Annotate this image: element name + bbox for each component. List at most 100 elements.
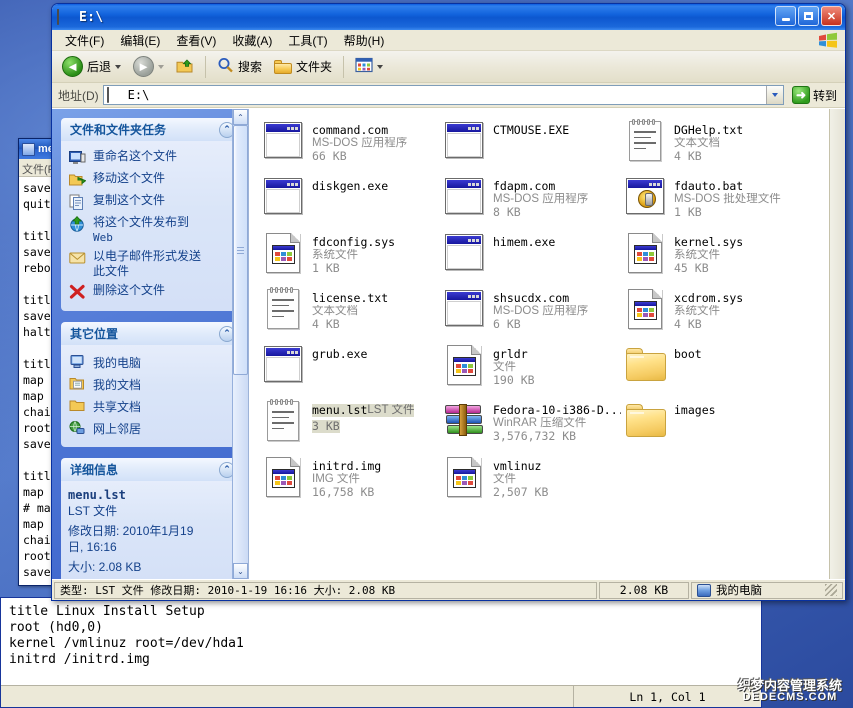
rar-icon: [445, 405, 485, 437]
task-copy-file[interactable]: 复制这个文件: [68, 191, 233, 213]
file-item[interactable]: xcdrom.sys系统文件4 KB: [623, 285, 804, 341]
menu-favorites[interactable]: 收藏(A): [225, 30, 279, 51]
sidebar-scroll-up-button[interactable]: ⌃: [233, 109, 248, 125]
file-explorer-window[interactable]: E:\ ✕ 文件(F) 编辑(E) 查看(V) 收藏(A) 工具(T) 帮助(H…: [51, 3, 846, 601]
menu-help[interactable]: 帮助(H): [337, 30, 392, 51]
copy-icon: [69, 194, 86, 211]
folders-button[interactable]: 文件夹: [269, 55, 337, 78]
menubar[interactable]: 文件(F) 编辑(E) 查看(V) 收藏(A) 工具(T) 帮助(H): [52, 30, 845, 51]
views-dropdown-icon[interactable]: [377, 65, 383, 69]
minimize-button[interactable]: [775, 6, 796, 26]
task-publish-to-web[interactable]: 将这个文件发布到 Web: [68, 213, 233, 247]
sidebar-scroll-down-button[interactable]: ⌄: [233, 563, 248, 579]
file-tasks-body: 重命名这个文件 移动这个文件: [61, 141, 240, 311]
sys-icon: [266, 233, 300, 273]
sidebar-scroll-thumb[interactable]: [233, 125, 248, 375]
task-email-file[interactable]: 以电子邮件形式发送 此文件: [68, 247, 233, 281]
sys-icon: [628, 289, 662, 329]
task-move-file[interactable]: 移动这个文件: [68, 169, 233, 191]
task-delete-file[interactable]: 删除这个文件: [68, 281, 233, 303]
search-label: 搜索: [238, 58, 262, 75]
views-button[interactable]: [350, 54, 388, 79]
back-button[interactable]: ◄ 后退: [57, 53, 126, 80]
toolbar-separator-2: [343, 56, 344, 78]
file-tasks-header[interactable]: 文件和文件夹任务 ⌃: [61, 118, 240, 141]
bottom-text-editor[interactable]: title Linux Install Setup root (hd0,0) k…: [0, 597, 762, 708]
file-item[interactable]: menu.lstLST 文件3 KB: [261, 397, 442, 453]
folder-icon: [274, 60, 292, 74]
file-name: fdconfig.sys: [312, 236, 395, 249]
up-button[interactable]: [171, 56, 199, 77]
file-icon-wrap: [625, 399, 667, 443]
place-network-places[interactable]: 网上邻居: [68, 417, 233, 439]
background-notepad-menu-file[interactable]: 文件(F: [22, 164, 54, 176]
file-size: 4 KB: [312, 318, 388, 331]
sidebar-scrollbar[interactable]: ⌃ ⌄: [232, 109, 248, 579]
file-item[interactable]: command.comMS-DOS 应用程序66 KB: [261, 117, 442, 173]
bottom-editor-content[interactable]: title Linux Install Setup root (hd0,0) k…: [1, 598, 761, 668]
file-size: 66 KB: [312, 150, 407, 163]
task-rename-file[interactable]: 重命名这个文件: [68, 147, 233, 169]
resize-grip[interactable]: [825, 584, 837, 596]
bat-icon: [626, 178, 664, 214]
place-my-documents[interactable]: 我的文档: [68, 373, 233, 395]
toolbar[interactable]: ◄ 后退 ► 搜索: [52, 51, 845, 83]
menu-view[interactable]: 查看(V): [169, 30, 223, 51]
file-type: 文本文档: [674, 137, 743, 150]
file-item[interactable]: himem.exe: [442, 229, 623, 285]
file-item[interactable]: diskgen.exe: [261, 173, 442, 229]
file-item[interactable]: shsucdx.comMS-DOS 应用程序6 KB: [442, 285, 623, 341]
file-item[interactable]: fdconfig.sys系统文件1 KB: [261, 229, 442, 285]
file-list-pane[interactable]: command.comMS-DOS 应用程序66 KB CTMOUSE.EXEDG…: [248, 109, 845, 579]
file-icon-wrap: [625, 343, 667, 387]
file-type: 系统文件: [674, 305, 743, 318]
explorer-content: 文件和文件夹任务 ⌃ 重命名这个文件: [52, 108, 845, 579]
file-item[interactable]: vmlinuz文件2,507 KB: [442, 453, 623, 509]
file-item[interactable]: DGHelp.txt文本文档4 KB: [623, 117, 804, 173]
toolbar-separator-1: [205, 56, 206, 78]
file-item[interactable]: fdapm.comMS-DOS 应用程序8 KB: [442, 173, 623, 229]
file-item[interactable]: Fedora-10-i386-D...WinRAR 压缩文件3,576,732 …: [442, 397, 623, 453]
file-item[interactable]: CTMOUSE.EXE: [442, 117, 623, 173]
file-item[interactable]: kernel.sys系统文件45 KB: [623, 229, 804, 285]
file-name: fdapm.com: [493, 180, 588, 193]
menu-file[interactable]: 文件(F): [58, 30, 111, 51]
file-type: MS-DOS 批处理文件: [674, 193, 781, 206]
menu-tools[interactable]: 工具(T): [281, 30, 334, 51]
file-size: 45 KB: [674, 262, 743, 275]
back-dropdown-icon[interactable]: [115, 65, 121, 69]
file-item[interactable]: grub.exe: [261, 341, 442, 397]
up-folder-icon: [176, 59, 194, 74]
file-pane-scrollbar[interactable]: [829, 109, 845, 579]
file-meta: command.comMS-DOS 应用程序66 KB: [312, 119, 407, 163]
addressbar[interactable]: 地址(D) E:\ ➜ 转到: [52, 83, 845, 108]
place-shared-documents[interactable]: 共享文档: [68, 395, 233, 417]
file-item[interactable]: grldr文件190 KB: [442, 341, 623, 397]
forward-dropdown-icon[interactable]: [158, 65, 164, 69]
file-item[interactable]: initrd.imgIMG 文件16,758 KB: [261, 453, 442, 509]
address-input[interactable]: E:\: [103, 85, 784, 105]
maximize-button[interactable]: [798, 6, 819, 26]
file-icon-wrap: [444, 287, 486, 331]
file-name: Fedora-10-i386-D...: [493, 404, 621, 417]
txt-icon: [267, 401, 299, 441]
file-item[interactable]: boot: [623, 341, 804, 397]
menu-edit[interactable]: 编辑(E): [113, 30, 167, 51]
exe-icon: [445, 178, 483, 214]
details-header[interactable]: 详细信息 ⌃: [61, 458, 240, 481]
file-item[interactable]: images: [623, 397, 804, 453]
search-button[interactable]: 搜索: [212, 54, 267, 80]
file-item[interactable]: license.txt文本文档4 KB: [261, 285, 442, 341]
forward-button[interactable]: ►: [128, 53, 169, 80]
task-publish-label2: Web: [93, 230, 189, 245]
other-places-header[interactable]: 其它位置 ⌃: [61, 322, 240, 345]
sidebar-scroll-track[interactable]: [233, 375, 248, 563]
address-dropdown-icon[interactable]: [766, 86, 783, 104]
status-size: 2.08 KB: [599, 582, 689, 599]
place-my-computer[interactable]: 我的电脑: [68, 351, 233, 373]
close-button[interactable]: ✕: [821, 6, 842, 26]
file-item[interactable]: fdauto.batMS-DOS 批处理文件1 KB: [623, 173, 804, 229]
other-places-body: 我的电脑 我的文档: [61, 345, 240, 447]
explorer-titlebar[interactable]: E:\ ✕: [52, 4, 845, 30]
go-button[interactable]: ➜ 转到: [788, 85, 841, 105]
